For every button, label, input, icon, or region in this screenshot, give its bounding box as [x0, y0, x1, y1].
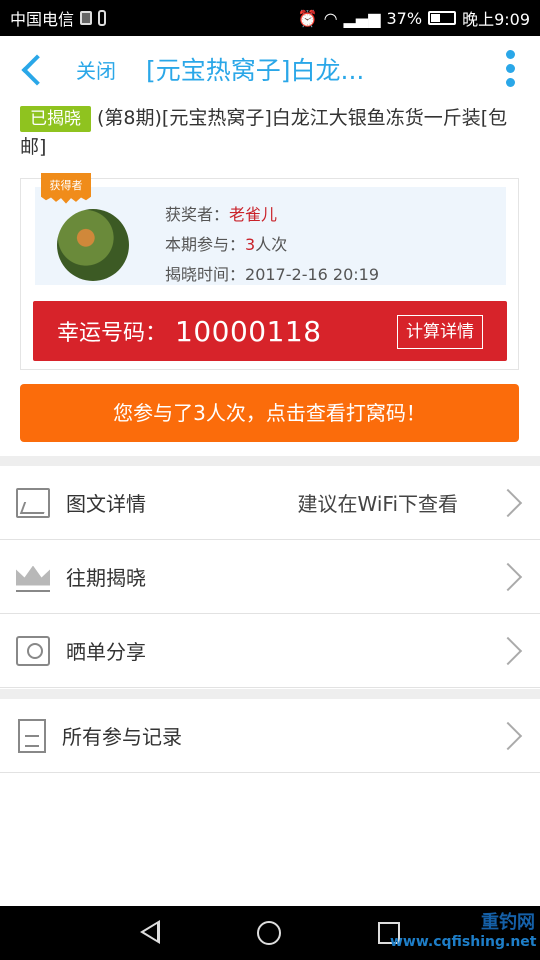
view-my-codes-button[interactable]: 您参与了3人次，点击查看打窝码！ [20, 384, 519, 442]
section-divider [0, 456, 540, 466]
menu-item-records[interactable]: 所有参与记录 [0, 699, 540, 773]
carrier-label: 中国电信 [10, 10, 75, 29]
close-link[interactable]: 关闭 [76, 55, 116, 84]
crown-icon [16, 562, 50, 592]
watermark-brand: 重钓网 [481, 912, 535, 933]
nav-back-icon[interactable] [140, 920, 160, 944]
page-title: [元宝热窝子]白龙... [146, 56, 365, 85]
product-title: (第8期)[元宝热窝子]白龙江大银鱼冻货一斤装[包邮] [20, 107, 508, 158]
signal-icon: ▂▄▆ [343, 8, 381, 28]
winner-name[interactable]: 老雀儿 [229, 205, 277, 224]
wifi-hint: 建议在WiFi下查看 [297, 492, 459, 516]
avatar[interactable] [57, 209, 129, 281]
alarm-icon: ⏰ [297, 8, 318, 28]
nav-home-icon[interactable] [257, 921, 281, 945]
more-menu-icon[interactable] [506, 50, 516, 88]
chevron-right-icon [493, 721, 523, 750]
back-arrow-icon[interactable] [14, 49, 54, 89]
lucky-number-label: 幸运号码： [57, 321, 168, 346]
watermark: 重钓网 www.cqfishing.net [390, 908, 537, 950]
lucky-number-bar: 幸运号码： 10000118 计算详情 [33, 301, 507, 361]
menu-item-detail-label: 图文详情 [66, 492, 146, 516]
menu-item-records-label: 所有参与记录 [62, 725, 182, 749]
watermark-url: www.cqfishing.net [390, 934, 537, 950]
winner-name-label: 获奖者： [165, 205, 230, 224]
status-bar: 中国电信 ⏰ ◠ ▂▄▆ 37% 晚上9:09 [0, 0, 540, 36]
menu-item-history-label: 往期揭晓 [66, 566, 146, 590]
image-icon [16, 487, 50, 518]
join-count-line: 本期参与：3人次 [165, 231, 287, 255]
app-header: 关闭 [元宝热窝子]白龙... [0, 36, 540, 102]
winner-ribbon: 获得者 [27, 173, 107, 209]
document-icon [18, 718, 46, 753]
join-count-label: 本期参与： [165, 235, 246, 254]
chevron-right-icon [493, 488, 523, 517]
wifi-icon: ◠ [323, 8, 338, 28]
chevron-right-icon [493, 636, 523, 665]
join-unit: 人次 [255, 235, 288, 254]
calc-details-button[interactable]: 计算详情 [397, 315, 483, 349]
reveal-time-line: 揭晓时间：2017-2-16 20:19 [165, 261, 379, 285]
reveal-time-label: 揭晓时间： [165, 265, 246, 284]
shield-icon [80, 11, 93, 25]
battery-icon [428, 11, 457, 25]
menu-item-detail[interactable]: 图文详情 建议在WiFi下查看 [0, 466, 540, 540]
notification-icon [98, 10, 107, 26]
menu-item-history[interactable]: 往期揭晓 [0, 540, 540, 614]
product-title-block: 已揭晓 (第8期)[元宝热窝子]白龙江大银鱼冻货一斤装[包邮] [20, 104, 520, 162]
battery-percent: 37% [386, 8, 423, 28]
menu-item-share-label: 晒单分享 [66, 640, 146, 664]
clock: 晚上9:09 [462, 10, 530, 29]
winner-name-line: 获奖者：老雀儿 [165, 201, 277, 225]
menu-item-share[interactable]: 晒单分享 [0, 614, 540, 688]
status-badge: 已揭晓 [20, 106, 91, 132]
lucky-number: 10000118 [175, 314, 322, 348]
reveal-time: 2017-2-16 20:19 [245, 265, 380, 284]
chevron-right-icon [493, 562, 523, 591]
winner-card: 获奖者：老雀儿 本期参与：3人次 揭晓时间：2017-2-16 20:19 获得… [20, 173, 519, 370]
ribbon-label: 获得者 [49, 179, 83, 192]
section-divider [0, 689, 540, 699]
join-count: 3 [245, 235, 256, 254]
camera-icon [16, 635, 50, 666]
